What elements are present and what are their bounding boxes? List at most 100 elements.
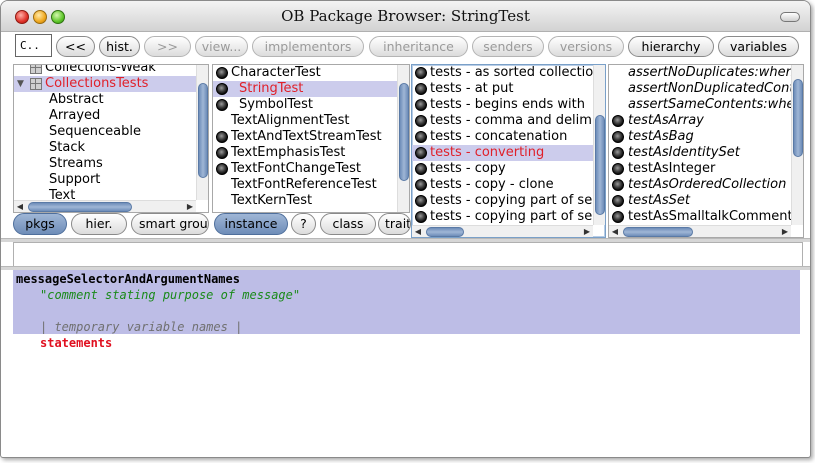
horizontal-scrollbar[interactable]: ◀ ▶ (609, 225, 791, 237)
scroll-left-icon[interactable]: ◀ (609, 226, 621, 237)
list-item[interactable]: Support (14, 172, 196, 188)
versions-button[interactable]: versions (548, 36, 624, 57)
method-comment: "comment stating purpose of message" (40, 288, 301, 302)
protocol-dot-icon (415, 195, 427, 207)
instance-switch[interactable]: instance (214, 213, 288, 235)
history-button[interactable]: hist. (99, 36, 140, 57)
scroll-thumb[interactable] (623, 227, 693, 237)
scroll-right-icon[interactable]: ▶ (184, 201, 196, 212)
list-item[interactable]: tests - copy (412, 161, 593, 177)
list-item[interactable]: testAsSmalltalkComment (609, 209, 791, 225)
protocol-dot-icon (415, 163, 427, 175)
scroll-right-icon[interactable]: ▶ (581, 226, 593, 237)
scroll-left-icon[interactable]: ◀ (14, 201, 26, 212)
list-item[interactable]: tests - as sorted collection (412, 65, 593, 81)
protocol-list[interactable]: tests - as sorted collection tests - at … (411, 64, 606, 238)
list-item[interactable]: testAsBag (609, 129, 791, 145)
list-item[interactable]: tests - copying part of sequenceable (412, 193, 593, 209)
list-item[interactable]: TextFontReferenceTest (213, 177, 397, 193)
scroll-thumb[interactable] (198, 83, 208, 178)
scroll-thumb[interactable] (426, 227, 464, 237)
list-item[interactable]: testAsArray (609, 113, 791, 129)
scroll-thumb[interactable] (793, 79, 803, 157)
protocol-dot-icon (415, 67, 427, 79)
list-item[interactable]: tests - copying part of sequenceable for… (412, 209, 593, 225)
protocol-dot-icon (415, 99, 427, 111)
scroll-thumb[interactable] (595, 115, 605, 215)
list-item[interactable]: tests - begins ends with (412, 97, 593, 113)
list-item[interactable]: Stack (14, 140, 196, 156)
list-item[interactable]: tests - at put (412, 81, 593, 97)
vertical-scrollbar[interactable] (593, 65, 605, 225)
vertical-scrollbar[interactable] (791, 65, 803, 225)
trait-switch[interactable]: trait (378, 213, 411, 235)
list-item[interactable]: Arrayed (14, 108, 196, 124)
search-input[interactable]: C.. (15, 34, 52, 57)
vertical-scrollbar[interactable] (397, 65, 409, 212)
list-item[interactable]: TextFontChangeTest (213, 161, 397, 177)
forward-button[interactable]: >> (144, 36, 191, 57)
list-item[interactable]: CharacterTest (213, 65, 397, 81)
method-dot-icon (612, 211, 624, 223)
horizontal-scrollbar[interactable]: ◀ ▶ (14, 200, 196, 212)
scroll-left-icon[interactable]: ◀ (412, 226, 424, 237)
list-item[interactable]: TextKernTest (213, 193, 397, 209)
method-dot-icon (612, 131, 624, 143)
class-dot-icon (216, 83, 228, 95)
list-item[interactable]: TextEmphasisTest (213, 145, 397, 161)
list-item[interactable]: tests - comma and delimiter (412, 113, 593, 129)
list-item[interactable]: tests - copy - clone (412, 177, 593, 193)
senders-button[interactable]: senders (472, 36, 544, 57)
list-item[interactable]: testAsInteger (609, 161, 791, 177)
variables-button[interactable]: variables (718, 36, 799, 57)
list-item[interactable]: assertNoDuplicates:whenConvertedTo: (609, 65, 791, 81)
list-item[interactable]: Sequenceable (14, 124, 196, 140)
window-title: OB Package Browser: StringTest (281, 7, 530, 25)
list-item[interactable]: tests - concatenation (412, 129, 593, 145)
back-button[interactable]: << (56, 36, 95, 57)
list-item[interactable]: testAsIdentitySet (609, 145, 791, 161)
method-dot-icon (612, 163, 624, 175)
vertical-scrollbar[interactable] (196, 65, 208, 200)
horizontal-scrollbar[interactable]: ◀ ▶ (412, 225, 593, 237)
list-item[interactable]: tests - converting (412, 145, 593, 161)
list-item[interactable]: assertNonDuplicatedContents:whenConverte… (609, 81, 791, 97)
method-list[interactable]: assertNoDuplicates:whenConvertedTo: asse… (608, 64, 804, 238)
inheritance-button[interactable]: inheritance (369, 36, 468, 57)
list-item[interactable]: Collections-Weak (14, 65, 196, 76)
code-editor[interactable]: messageSelectorAndArgumentNames "comment… (13, 270, 803, 450)
scroll-thumb[interactable] (399, 83, 409, 181)
protocol-dot-icon (415, 179, 427, 191)
title-bar[interactable]: OB Package Browser: StringTest (1, 1, 810, 32)
list-item[interactable]: assertSameContents:whenConvertedTo: (609, 97, 791, 113)
collapse-window-button[interactable] (780, 12, 800, 22)
list-item[interactable]: TextAlignmentTest (213, 113, 397, 129)
scroll-thumb[interactable] (28, 202, 132, 212)
pkgs-switch[interactable]: pkgs (13, 213, 67, 235)
list-item[interactable]: StringTest (213, 81, 397, 97)
method-dot-icon (612, 147, 624, 159)
package-list[interactable]: Collections-Weak ▼ CollectionsTests Abst… (13, 64, 209, 213)
statements: statements (40, 336, 113, 350)
protocol-dot-icon (415, 115, 427, 127)
expand-triangle-icon[interactable]: ▼ (17, 76, 24, 92)
class-side-switch[interactable]: class (320, 213, 376, 235)
list-item[interactable]: Streams (14, 156, 196, 172)
hier-switch[interactable]: hier. (71, 213, 127, 235)
implementors-button[interactable]: implementors (252, 36, 364, 57)
method-selector: messageSelectorAndArgumentNames (16, 272, 240, 286)
list-item[interactable]: testAsSet (609, 193, 791, 209)
list-item[interactable]: Abstract (14, 92, 196, 108)
hierarchy-button[interactable]: hierarchy (628, 36, 714, 57)
view-button[interactable]: view... (195, 36, 248, 57)
list-item[interactable]: ▼ CollectionsTests (14, 76, 196, 92)
list-item[interactable]: SymbolTest (213, 97, 397, 113)
class-comment-switch[interactable]: ? (291, 213, 316, 235)
method-dot-icon (612, 115, 624, 127)
smart-groups-switch[interactable]: smart groups (131, 213, 209, 235)
scroll-right-icon[interactable]: ▶ (779, 226, 791, 237)
list-item[interactable]: testAsOrderedCollection (609, 177, 791, 193)
class-dot-icon (216, 131, 228, 143)
class-list[interactable]: CharacterTest StringTest SymbolTest Text… (212, 64, 410, 213)
list-item[interactable]: TextAndTextStreamTest (213, 129, 397, 145)
